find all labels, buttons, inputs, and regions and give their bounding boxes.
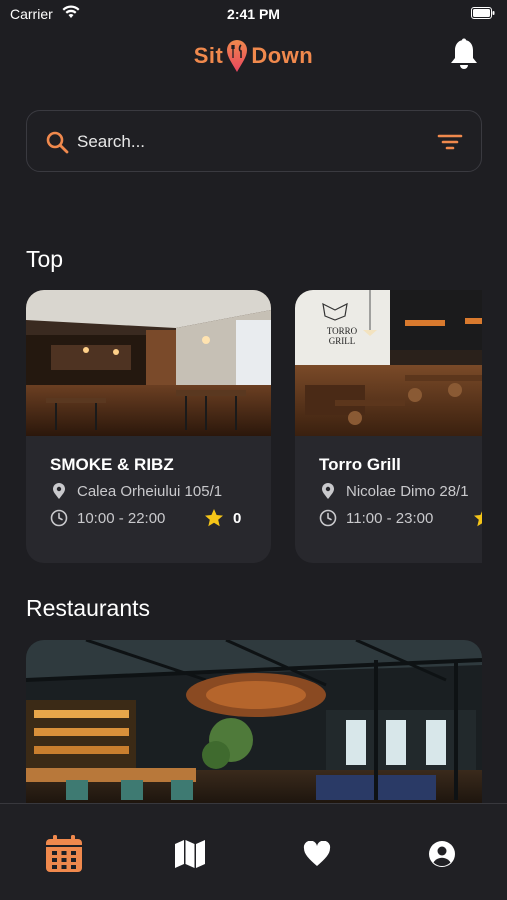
search-input[interactable] bbox=[77, 129, 417, 155]
calendar-icon bbox=[46, 835, 82, 872]
torro-sign-line1: TORRO bbox=[327, 326, 358, 336]
filter-icon[interactable] bbox=[437, 133, 463, 151]
tab-map[interactable] bbox=[170, 834, 210, 874]
tab-calendar[interactable] bbox=[44, 834, 84, 874]
restaurant-card-torro-grill[interactable]: TORRO GRILL Torro Grill Nicolae Dimo 28/… bbox=[295, 290, 482, 563]
restaurant-address: Calea Orheiului 105/1 bbox=[77, 482, 223, 500]
restaurant-photo bbox=[26, 290, 271, 436]
bottom-tab-bar bbox=[0, 803, 507, 900]
app-logo: Sit Down bbox=[0, 36, 507, 76]
status-time: 2:41 PM bbox=[227, 6, 280, 22]
top-carousel[interactable]: SMOKE & RIBZ Calea Orheiului 105/1 10:00… bbox=[26, 290, 482, 565]
tab-favorites[interactable] bbox=[297, 834, 337, 874]
search-bar[interactable] bbox=[26, 110, 482, 172]
hours-row: 10:00 - 22:00 bbox=[50, 507, 165, 529]
restaurant-card-featured[interactable] bbox=[26, 640, 482, 805]
restaurant-name: Torro Grill bbox=[319, 455, 401, 474]
restaurant-card-smoke-ribz[interactable]: SMOKE & RIBZ Calea Orheiului 105/1 10:00… bbox=[26, 290, 271, 563]
clock-icon bbox=[50, 509, 68, 527]
heart-icon bbox=[303, 841, 331, 866]
star-icon bbox=[205, 509, 223, 527]
address-row: Calea Orheiului 105/1 bbox=[50, 480, 222, 502]
tab-profile[interactable] bbox=[422, 834, 462, 874]
hours-row: 11:00 - 23:00 bbox=[319, 507, 433, 529]
restaurant-photo bbox=[26, 640, 482, 805]
location-icon bbox=[322, 483, 334, 499]
rating bbox=[473, 507, 482, 529]
bell-icon[interactable] bbox=[449, 38, 479, 72]
restaurant-address: Nicolae Dimo 28/1 bbox=[346, 482, 469, 500]
restaurant-hours: 11:00 - 23:00 bbox=[346, 509, 434, 527]
restaurant-hours: 10:00 - 22:00 bbox=[77, 509, 166, 527]
rating-value: 0 bbox=[233, 509, 242, 527]
battery-icon bbox=[471, 7, 495, 19]
search-icon bbox=[46, 131, 69, 154]
location-icon bbox=[53, 483, 65, 499]
address-row: Nicolae Dimo 28/1 bbox=[319, 480, 469, 502]
logo-text-right: Down bbox=[251, 43, 314, 68]
profile-icon bbox=[429, 841, 455, 867]
logo-text-left: Sit bbox=[193, 43, 224, 68]
rating: 0 bbox=[204, 507, 241, 529]
restaurant-photo: TORRO GRILL bbox=[295, 290, 482, 436]
section-title-restaurants: Restaurants bbox=[26, 595, 151, 621]
restaurant-name: SMOKE & RIBZ bbox=[50, 455, 174, 474]
map-icon bbox=[175, 840, 205, 868]
clock-icon bbox=[319, 509, 337, 527]
star-icon bbox=[474, 511, 482, 527]
section-title-top: Top bbox=[26, 246, 64, 272]
torro-sign-line2: GRILL bbox=[329, 336, 356, 346]
pin-logo-icon bbox=[227, 40, 248, 72]
status-bar: Carrier 2:41 PM bbox=[0, 0, 507, 28]
